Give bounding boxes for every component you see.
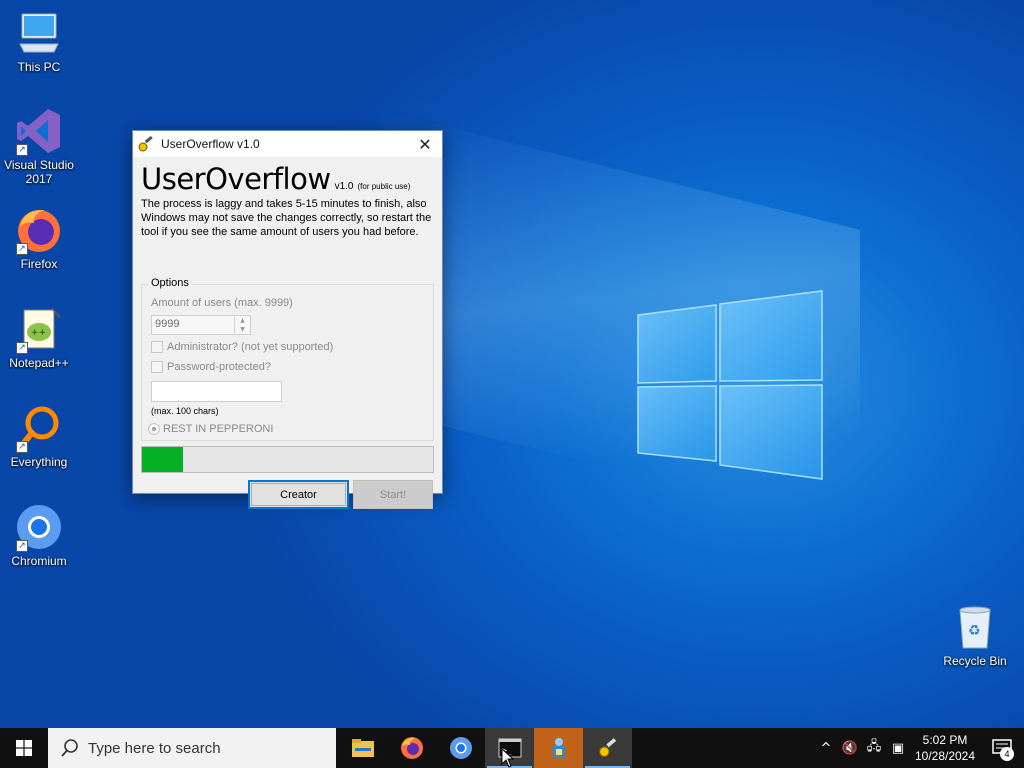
search-placeholder: Type here to search — [88, 739, 221, 757]
spin-down-icon[interactable]: ▼ — [235, 325, 250, 334]
rest-in-pepperoni-label: REST IN PEPPERONI — [163, 423, 274, 435]
display-icon[interactable]: ▣ — [886, 728, 910, 768]
creator-button[interactable]: Creator — [248, 480, 349, 509]
network-icon[interactable]: 🖧 — [862, 728, 886, 768]
firefox-icon — [400, 737, 423, 759]
administrator-checkbox-row[interactable]: Administrator? (not yet supported) — [151, 341, 334, 354]
close-button[interactable]: ✕ — [408, 131, 442, 157]
chromium-icon — [449, 737, 472, 759]
amount-of-users-label: Amount of users (max. 9999) — [151, 297, 293, 309]
notification-count-badge: 4 — [1000, 747, 1014, 761]
amount-of-users-value: 9999 — [155, 318, 180, 330]
clock-time: 5:02 PM — [922, 733, 968, 747]
options-group: Options Amount of users (max. 9999) 9999… — [141, 277, 434, 441]
rest-in-pepperoni-radio-row[interactable]: REST IN PEPPERONI — [148, 423, 274, 436]
desktop-icon-label: Chromium — [11, 554, 67, 568]
start-button[interactable] — [0, 728, 48, 768]
window-titlebar[interactable]: UserOverflow v1.0 ✕ — [133, 131, 442, 157]
password-protected-checkbox[interactable] — [151, 361, 163, 374]
password-hint: (max. 100 chars) — [151, 406, 219, 416]
system-tray: ^ 🔇 🖧 ▣ 5:02 PM 10/28/2024 4 — [814, 728, 1024, 768]
windows-logo-wallpaper — [637, 290, 823, 480]
desktop-icon-label: This PC — [17, 60, 61, 74]
desktop-icon-label: Recycle Bin — [943, 654, 1007, 668]
desktop-icon-label: Firefox — [20, 257, 58, 271]
file-explorer-icon — [351, 739, 374, 757]
password-protected-checkbox-row[interactable]: Password-protected? — [151, 361, 271, 374]
administrator-checkbox[interactable] — [151, 341, 163, 354]
close-icon: ✕ — [418, 134, 432, 154]
windows-start-icon — [16, 740, 32, 756]
options-legend: Options — [148, 277, 192, 289]
public-use-note: (for public use) — [357, 182, 411, 191]
taskbar-app-file-explorer[interactable] — [338, 728, 387, 768]
progress-bar — [141, 446, 434, 473]
taskbar-app-firefox[interactable] — [387, 728, 436, 768]
password-input[interactable] — [151, 381, 282, 402]
recycle-bin-icon: ♻ — [959, 606, 991, 649]
app-version: v1.0 — [334, 181, 354, 192]
search-icon — [61, 739, 78, 757]
desktop-icon-label: Everything — [10, 455, 68, 469]
desktop-icon-chromium[interactable]: ↗ Chromium — [0, 502, 78, 568]
desktop-icon-recycle-bin[interactable]: ♻ Recycle Bin — [936, 602, 1014, 668]
svg-text:♻: ♻ — [968, 623, 981, 639]
shortcut-arrow-icon: ↗ — [16, 540, 28, 552]
description-text: The process is laggy and takes 5-15 minu… — [141, 198, 432, 238]
amount-of-users-stepper[interactable]: 9999 ▲ ▼ — [151, 315, 251, 335]
spin-up-icon[interactable]: ▲ — [235, 316, 250, 325]
taskbar-app-network[interactable] — [534, 728, 583, 768]
computer-icon — [19, 13, 59, 53]
desktop-icon-notepadpp[interactable]: ++ ↗ Notepad++ — [0, 304, 78, 370]
system-clock[interactable]: 5:02 PM 10/28/2024 — [910, 732, 980, 764]
useroverflow-window: UserOverflow v1.0 ✕ UserOverflow v1.0 (f… — [132, 130, 443, 509]
tray-chevron-up-icon[interactable]: ^ — [814, 728, 838, 768]
mouse-cursor-icon — [501, 748, 515, 768]
svg-text:++: ++ — [31, 328, 46, 338]
desktop-icon-label: Visual Studio 2017 — [4, 158, 74, 186]
desktop-icon-everything[interactable]: ↗ Everything — [0, 403, 78, 469]
shortcut-arrow-icon: ↗ — [16, 144, 28, 156]
desktop-icon-this-pc[interactable]: This PC — [0, 8, 78, 74]
window-title: UserOverflow v1.0 — [161, 137, 260, 151]
desktop-icon-label: Notepad++ — [9, 356, 69, 370]
app-heading: UserOverflow — [141, 162, 331, 196]
network-app-icon — [552, 738, 565, 758]
taskbar-app-useroverflow[interactable] — [583, 728, 632, 768]
shortcut-arrow-icon: ↗ — [16, 243, 28, 255]
password-protected-label: Password-protected? — [167, 361, 271, 373]
taskbar-search-box[interactable]: Type here to search — [48, 728, 336, 768]
action-center-button[interactable]: 4 — [980, 728, 1024, 768]
clock-date: 10/28/2024 — [914, 749, 976, 763]
progress-fill — [142, 447, 183, 472]
taskbar-app-chromium[interactable] — [436, 728, 485, 768]
app-header: UserOverflow v1.0 (for public use) — [141, 163, 434, 195]
rest-in-pepperoni-radio[interactable] — [148, 423, 160, 436]
useroverflow-icon — [598, 738, 616, 758]
window-body: UserOverflow v1.0 (for public use) The p… — [133, 157, 442, 509]
shortcut-arrow-icon: ↗ — [16, 342, 28, 354]
volume-muted-icon[interactable]: 🔇 — [838, 728, 862, 768]
start-button[interactable]: Start! — [353, 480, 433, 509]
desktop-icon-visual-studio[interactable]: ↗ Visual Studio 2017 — [0, 106, 78, 186]
administrator-label: Administrator? (not yet supported) — [167, 341, 334, 353]
desktop-icon-firefox[interactable]: ↗ Firefox — [0, 205, 78, 271]
useroverflow-icon — [138, 135, 153, 152]
shortcut-arrow-icon: ↗ — [16, 441, 28, 453]
